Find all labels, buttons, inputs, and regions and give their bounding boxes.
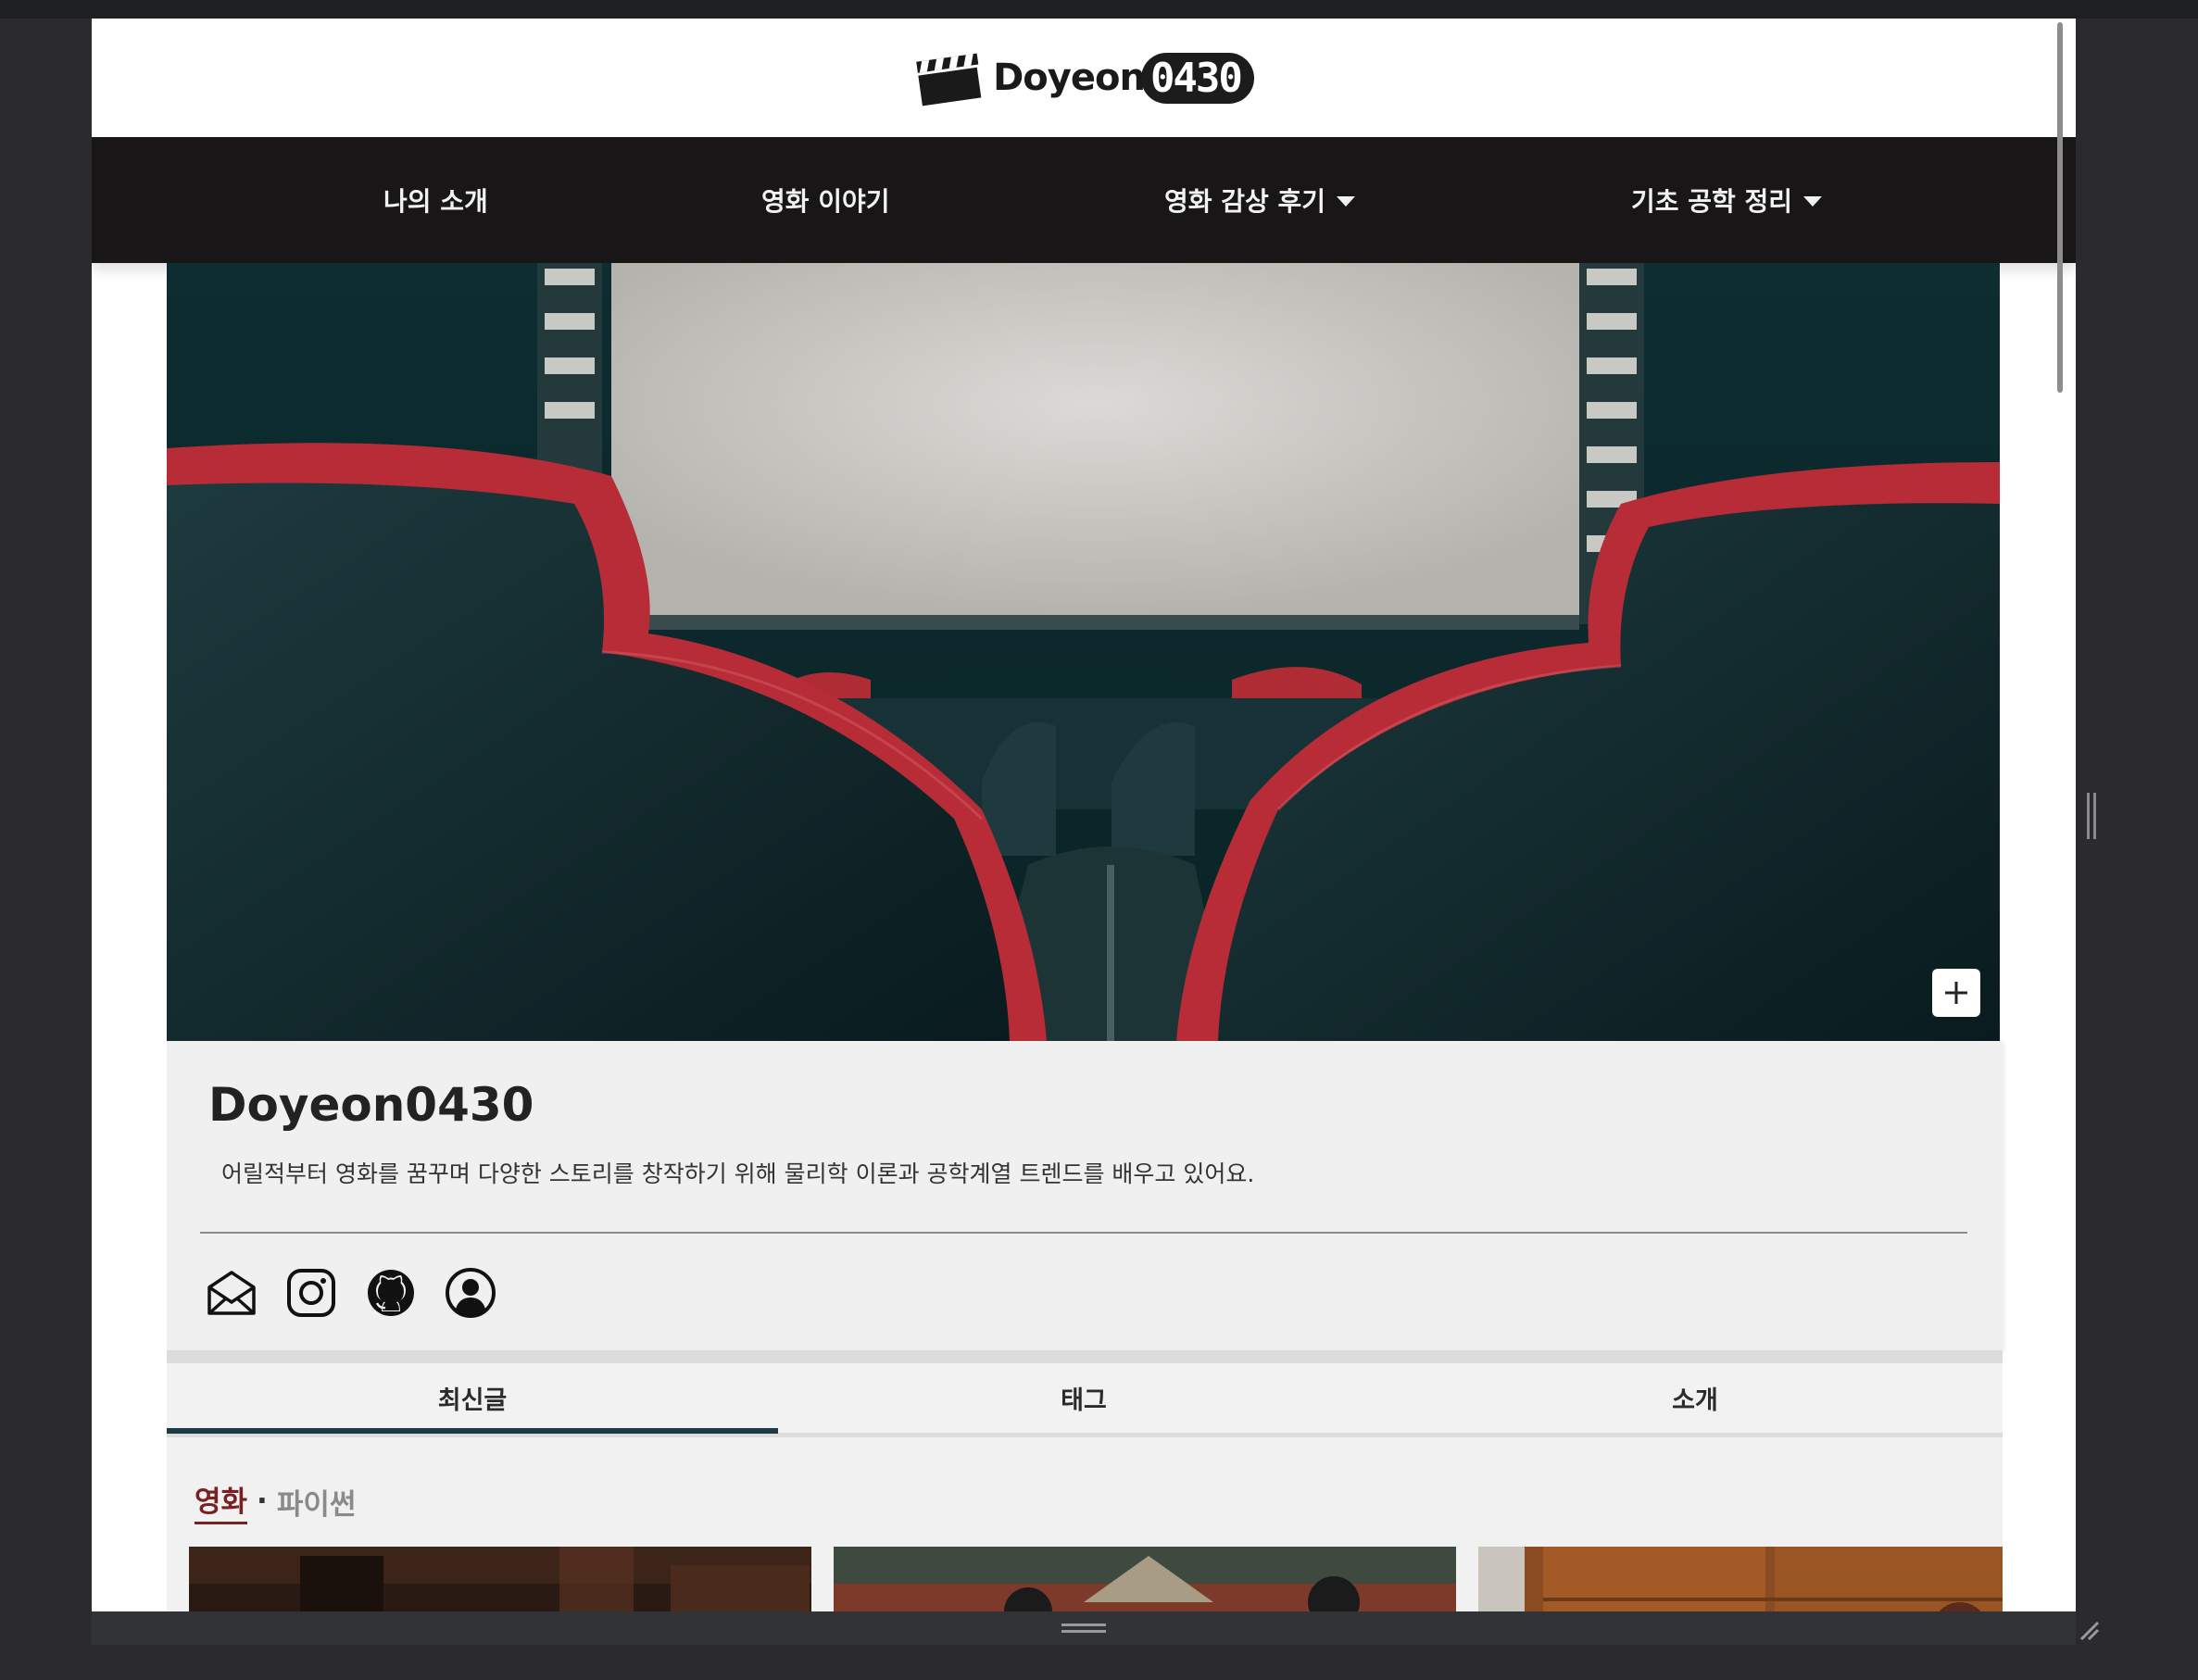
logo-text: Doyeon [993, 56, 1146, 99]
post-list: 영화 · 파이썬 [167, 1437, 2003, 1611]
window-frame-top [0, 0, 2198, 19]
github-icon[interactable] [365, 1267, 417, 1319]
bottom-panel-resize-handle[interactable] [1061, 1624, 1106, 1633]
resize-grip-icon[interactable] [2078, 1619, 2100, 1641]
mail-icon[interactable] [206, 1267, 257, 1319]
nav-item-movie-story[interactable]: 영화 이야기 [761, 137, 890, 263]
filter-movie[interactable]: 영화 [195, 1478, 248, 1524]
instagram-icon[interactable] [285, 1267, 337, 1319]
post-card[interactable] [1478, 1547, 2003, 1611]
tab-label: 태그 [1061, 1386, 1107, 1415]
filter-python[interactable]: 파이썬 [277, 1481, 357, 1523]
caret-down-icon [1337, 196, 1356, 207]
clapperboard-icon [916, 53, 982, 107]
nav-item-label: 영화 이야기 [761, 186, 890, 217]
user-icon[interactable] [445, 1267, 496, 1319]
nav-item-label: 기초 공학 정리 [1631, 186, 1793, 217]
profile-name: Doyeon0430 [208, 1078, 534, 1132]
divider [200, 1232, 1967, 1234]
main-nav: 나의 소개 영화 이야기 영화 감상 후기 기초 공학 정리 [92, 137, 2076, 263]
filter-separator: · [257, 1485, 268, 1518]
social-links [206, 1267, 496, 1319]
nav-item-label: 영화 감상 후기 [1164, 186, 1326, 217]
add-button[interactable] [1932, 969, 1980, 1017]
tab-label: 소개 [1672, 1386, 1718, 1415]
post-thumbnail [834, 1547, 1456, 1611]
nav-item-about[interactable]: 나의 소개 [383, 137, 488, 263]
hero-banner-image [167, 263, 2000, 1041]
site-header: Doyeon 0430 [92, 19, 2076, 137]
category-filter: 영화 · 파이썬 [195, 1478, 356, 1524]
caret-down-icon [1803, 196, 1823, 207]
post-card[interactable] [834, 1547, 1456, 1611]
plus-icon [1945, 982, 1967, 1004]
profile-card: Doyeon0430 어릴적부터 영화를 꿈꾸며 다양한 스토리를 창작하기 위… [167, 1041, 2003, 1350]
side-panel-resize-handle[interactable] [2087, 793, 2096, 839]
vertical-scrollbar[interactable] [2057, 22, 2063, 393]
tab-about[interactable]: 소개 [1389, 1363, 2001, 1433]
nav-item-engineering[interactable]: 기초 공학 정리 [1631, 137, 1823, 263]
logo-badge: 0430 [1140, 52, 1254, 104]
tab-label: 최신글 [437, 1386, 508, 1415]
page-viewport: Doyeon 0430 나의 소개 영화 이야기 영화 감상 후기 기초 공학 … [92, 19, 2076, 1611]
nav-item-label: 나의 소개 [383, 186, 488, 217]
tab-tags[interactable]: 태그 [778, 1363, 1389, 1433]
tab-latest[interactable]: 최신글 [167, 1363, 778, 1433]
active-tab-indicator [167, 1428, 778, 1434]
cinema-seats-image [167, 263, 2000, 1041]
nav-item-movie-review[interactable]: 영화 감상 후기 [1164, 137, 1356, 263]
post-thumbnail [189, 1547, 811, 1611]
section-separator [167, 1350, 2003, 1363]
post-card[interactable] [189, 1547, 811, 1611]
tab-bar: 최신글 태그 소개 [167, 1363, 2003, 1437]
profile-description: 어릴적부터 영화를 꿈꾸며 다양한 스토리를 창작하기 위해 물리학 이론과 공… [221, 1160, 1255, 1187]
site-logo[interactable]: Doyeon 0430 [913, 48, 1254, 107]
post-thumbnail [1478, 1547, 2003, 1611]
